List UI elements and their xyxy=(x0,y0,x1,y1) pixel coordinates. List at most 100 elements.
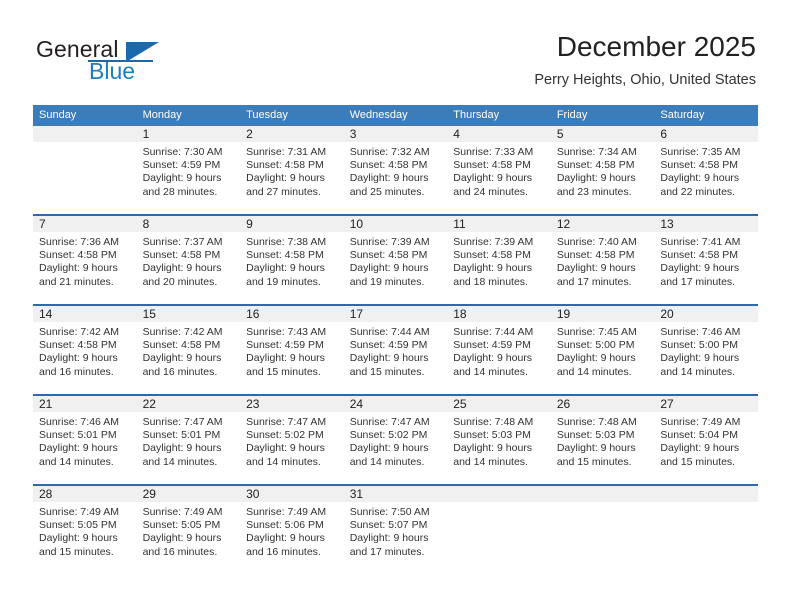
sunrise-text: Sunrise: 7:48 AM xyxy=(453,416,534,428)
day-details: Sunrise: 7:48 AM Sunset: 5:03 PM Dayligh… xyxy=(447,412,551,469)
day-cell[interactable]: 27 Sunrise: 7:49 AM Sunset: 5:04 PM Dayl… xyxy=(654,394,758,485)
day-cell[interactable]: 20 Sunrise: 7:46 AM Sunset: 5:00 PM Dayl… xyxy=(654,304,758,395)
day-cell[interactable] xyxy=(33,126,137,215)
daylight-text-line2: and 16 minutes. xyxy=(39,365,114,378)
daylight-text-line2: and 25 minutes. xyxy=(349,185,425,198)
day-cell[interactable]: 24 Sunrise: 7:47 AM Sunset: 5:02 PM Dayl… xyxy=(343,394,448,485)
sunrise-text: Sunrise: 7:49 AM xyxy=(660,416,741,428)
day-cell[interactable]: 21 Sunrise: 7:46 AM Sunset: 5:01 PM Dayl… xyxy=(33,394,137,485)
day-cell[interactable]: 8 Sunrise: 7:37 AM Sunset: 4:58 PM Dayli… xyxy=(136,214,241,305)
day-cell[interactable]: 29 Sunrise: 7:49 AM Sunset: 5:05 PM Dayl… xyxy=(136,484,241,574)
day-details: Sunrise: 7:49 AM Sunset: 5:05 PM Dayligh… xyxy=(137,502,241,559)
day-cell[interactable]: 15 Sunrise: 7:42 AM Sunset: 4:58 PM Dayl… xyxy=(136,304,241,395)
day-number xyxy=(654,486,758,502)
day-cell[interactable]: 18 Sunrise: 7:44 AM Sunset: 4:59 PM Dayl… xyxy=(447,304,551,395)
sunset-text: Sunset: 5:02 PM xyxy=(349,429,428,442)
day-number: 20 xyxy=(654,306,758,322)
weekday-header-wednesday: Wednesday xyxy=(343,105,448,126)
sunset-text: Sunset: 4:58 PM xyxy=(349,159,428,172)
daylight-text-line1: Daylight: 9 hours xyxy=(246,442,325,455)
sunrise-text: Sunrise: 7:47 AM xyxy=(246,416,327,428)
general-blue-logo[interactable]: General Blue xyxy=(36,36,266,92)
daylight-text-line1: Daylight: 9 hours xyxy=(39,352,118,365)
daylight-text-line1: Daylight: 9 hours xyxy=(39,442,118,455)
day-details: Sunrise: 7:42 AM Sunset: 4:58 PM Dayligh… xyxy=(137,322,241,379)
daylight-text-line1: Daylight: 9 hours xyxy=(142,352,222,365)
day-details: Sunrise: 7:40 AM Sunset: 4:58 PM Dayligh… xyxy=(551,232,655,289)
daylight-text-line1: Daylight: 9 hours xyxy=(39,532,118,545)
day-number: 10 xyxy=(343,216,448,232)
day-number: 26 xyxy=(550,396,655,412)
day-number: 31 xyxy=(343,486,448,502)
day-details xyxy=(33,142,137,146)
day-details: Sunrise: 7:34 AM Sunset: 4:58 PM Dayligh… xyxy=(551,142,655,199)
daylight-text-line2: and 14 minutes. xyxy=(246,455,321,468)
sunset-text: Sunset: 4:58 PM xyxy=(556,159,635,172)
day-number: 2 xyxy=(240,126,344,142)
location-subtitle: Perry Heights, Ohio, United States xyxy=(534,72,756,88)
day-cell[interactable] xyxy=(447,484,551,574)
sunrise-text: Sunrise: 7:31 AM xyxy=(246,146,327,158)
day-cell[interactable]: 3 Sunrise: 7:32 AM Sunset: 4:58 PM Dayli… xyxy=(343,126,448,215)
day-cell[interactable]: 4 Sunrise: 7:33 AM Sunset: 4:58 PM Dayli… xyxy=(447,126,551,215)
daylight-text-line1: Daylight: 9 hours xyxy=(556,262,636,275)
sunset-text: Sunset: 4:58 PM xyxy=(39,339,117,352)
sunset-text: Sunset: 4:58 PM xyxy=(142,249,221,262)
daylight-text-line2: and 23 minutes. xyxy=(556,185,632,198)
day-cell[interactable]: 31 Sunrise: 7:50 AM Sunset: 5:07 PM Dayl… xyxy=(343,484,448,574)
day-cell[interactable]: 26 Sunrise: 7:48 AM Sunset: 5:03 PM Dayl… xyxy=(550,394,655,485)
day-number: 22 xyxy=(136,396,241,412)
sunset-text: Sunset: 5:00 PM xyxy=(556,339,635,352)
sunrise-text: Sunrise: 7:49 AM xyxy=(142,506,223,518)
day-cell[interactable]: 30 Sunrise: 7:49 AM Sunset: 5:06 PM Dayl… xyxy=(240,484,344,574)
daylight-text-line2: and 15 minutes. xyxy=(660,455,736,468)
day-cell[interactable]: 2 Sunrise: 7:31 AM Sunset: 4:58 PM Dayli… xyxy=(240,126,344,215)
daylight-text-line2: and 16 minutes. xyxy=(142,545,218,558)
daylight-text-line2: and 14 minutes. xyxy=(349,455,425,468)
calendar-week-row: 1 Sunrise: 7:30 AM Sunset: 4:59 PM Dayli… xyxy=(33,126,758,215)
sunrise-text: Sunrise: 7:46 AM xyxy=(39,416,119,428)
daylight-text-line2: and 15 minutes. xyxy=(556,455,632,468)
day-cell[interactable]: 17 Sunrise: 7:44 AM Sunset: 4:59 PM Dayl… xyxy=(343,304,448,395)
day-cell[interactable]: 28 Sunrise: 7:49 AM Sunset: 5:05 PM Dayl… xyxy=(33,484,137,574)
day-cell[interactable]: 16 Sunrise: 7:43 AM Sunset: 4:59 PM Dayl… xyxy=(240,304,344,395)
day-cell[interactable] xyxy=(654,484,758,574)
sunrise-text: Sunrise: 7:44 AM xyxy=(349,326,430,338)
day-cell[interactable]: 5 Sunrise: 7:34 AM Sunset: 4:58 PM Dayli… xyxy=(550,126,655,215)
day-details: Sunrise: 7:44 AM Sunset: 4:59 PM Dayligh… xyxy=(447,322,551,379)
weekday-header-thursday: Thursday xyxy=(447,105,551,126)
daylight-text-line2: and 28 minutes. xyxy=(142,185,218,198)
day-cell[interactable]: 11 Sunrise: 7:39 AM Sunset: 4:58 PM Dayl… xyxy=(447,214,551,305)
day-details: Sunrise: 7:47 AM Sunset: 5:01 PM Dayligh… xyxy=(137,412,241,469)
day-cell[interactable]: 25 Sunrise: 7:48 AM Sunset: 5:03 PM Dayl… xyxy=(447,394,551,485)
day-cell[interactable]: 12 Sunrise: 7:40 AM Sunset: 4:58 PM Dayl… xyxy=(550,214,655,305)
sunrise-text: Sunrise: 7:40 AM xyxy=(556,236,637,248)
daylight-text-line1: Daylight: 9 hours xyxy=(246,172,325,185)
day-cell[interactable]: 7 Sunrise: 7:36 AM Sunset: 4:58 PM Dayli… xyxy=(33,214,137,305)
day-number: 14 xyxy=(33,306,137,322)
calendar-body: 1 Sunrise: 7:30 AM Sunset: 4:59 PM Dayli… xyxy=(33,126,758,574)
day-cell[interactable]: 13 Sunrise: 7:41 AM Sunset: 4:58 PM Dayl… xyxy=(654,214,758,305)
sunset-text: Sunset: 5:03 PM xyxy=(556,429,635,442)
sunrise-text: Sunrise: 7:32 AM xyxy=(349,146,430,158)
day-cell[interactable]: 22 Sunrise: 7:47 AM Sunset: 5:01 PM Dayl… xyxy=(136,394,241,485)
sunrise-text: Sunrise: 7:47 AM xyxy=(349,416,430,428)
day-number: 11 xyxy=(447,216,551,232)
day-cell[interactable]: 10 Sunrise: 7:39 AM Sunset: 4:58 PM Dayl… xyxy=(343,214,448,305)
day-cell[interactable] xyxy=(550,484,655,574)
day-cell[interactable]: 23 Sunrise: 7:47 AM Sunset: 5:02 PM Dayl… xyxy=(240,394,344,485)
day-number: 21 xyxy=(33,396,137,412)
day-cell[interactable]: 6 Sunrise: 7:35 AM Sunset: 4:58 PM Dayli… xyxy=(654,126,758,215)
day-number: 4 xyxy=(447,126,551,142)
daylight-text-line1: Daylight: 9 hours xyxy=(660,442,740,455)
sunrise-text: Sunrise: 7:43 AM xyxy=(246,326,327,338)
sunrise-text: Sunrise: 7:38 AM xyxy=(246,236,327,248)
day-cell[interactable]: 9 Sunrise: 7:38 AM Sunset: 4:58 PM Dayli… xyxy=(240,214,344,305)
sunrise-text: Sunrise: 7:41 AM xyxy=(660,236,741,248)
day-cell[interactable]: 19 Sunrise: 7:45 AM Sunset: 5:00 PM Dayl… xyxy=(550,304,655,395)
sunset-text: Sunset: 5:05 PM xyxy=(39,519,117,532)
day-details: Sunrise: 7:35 AM Sunset: 4:58 PM Dayligh… xyxy=(654,142,758,199)
daylight-text-line1: Daylight: 9 hours xyxy=(349,172,429,185)
day-cell[interactable]: 14 Sunrise: 7:42 AM Sunset: 4:58 PM Dayl… xyxy=(33,304,137,395)
day-cell[interactable]: 1 Sunrise: 7:30 AM Sunset: 4:59 PM Dayli… xyxy=(136,126,241,215)
